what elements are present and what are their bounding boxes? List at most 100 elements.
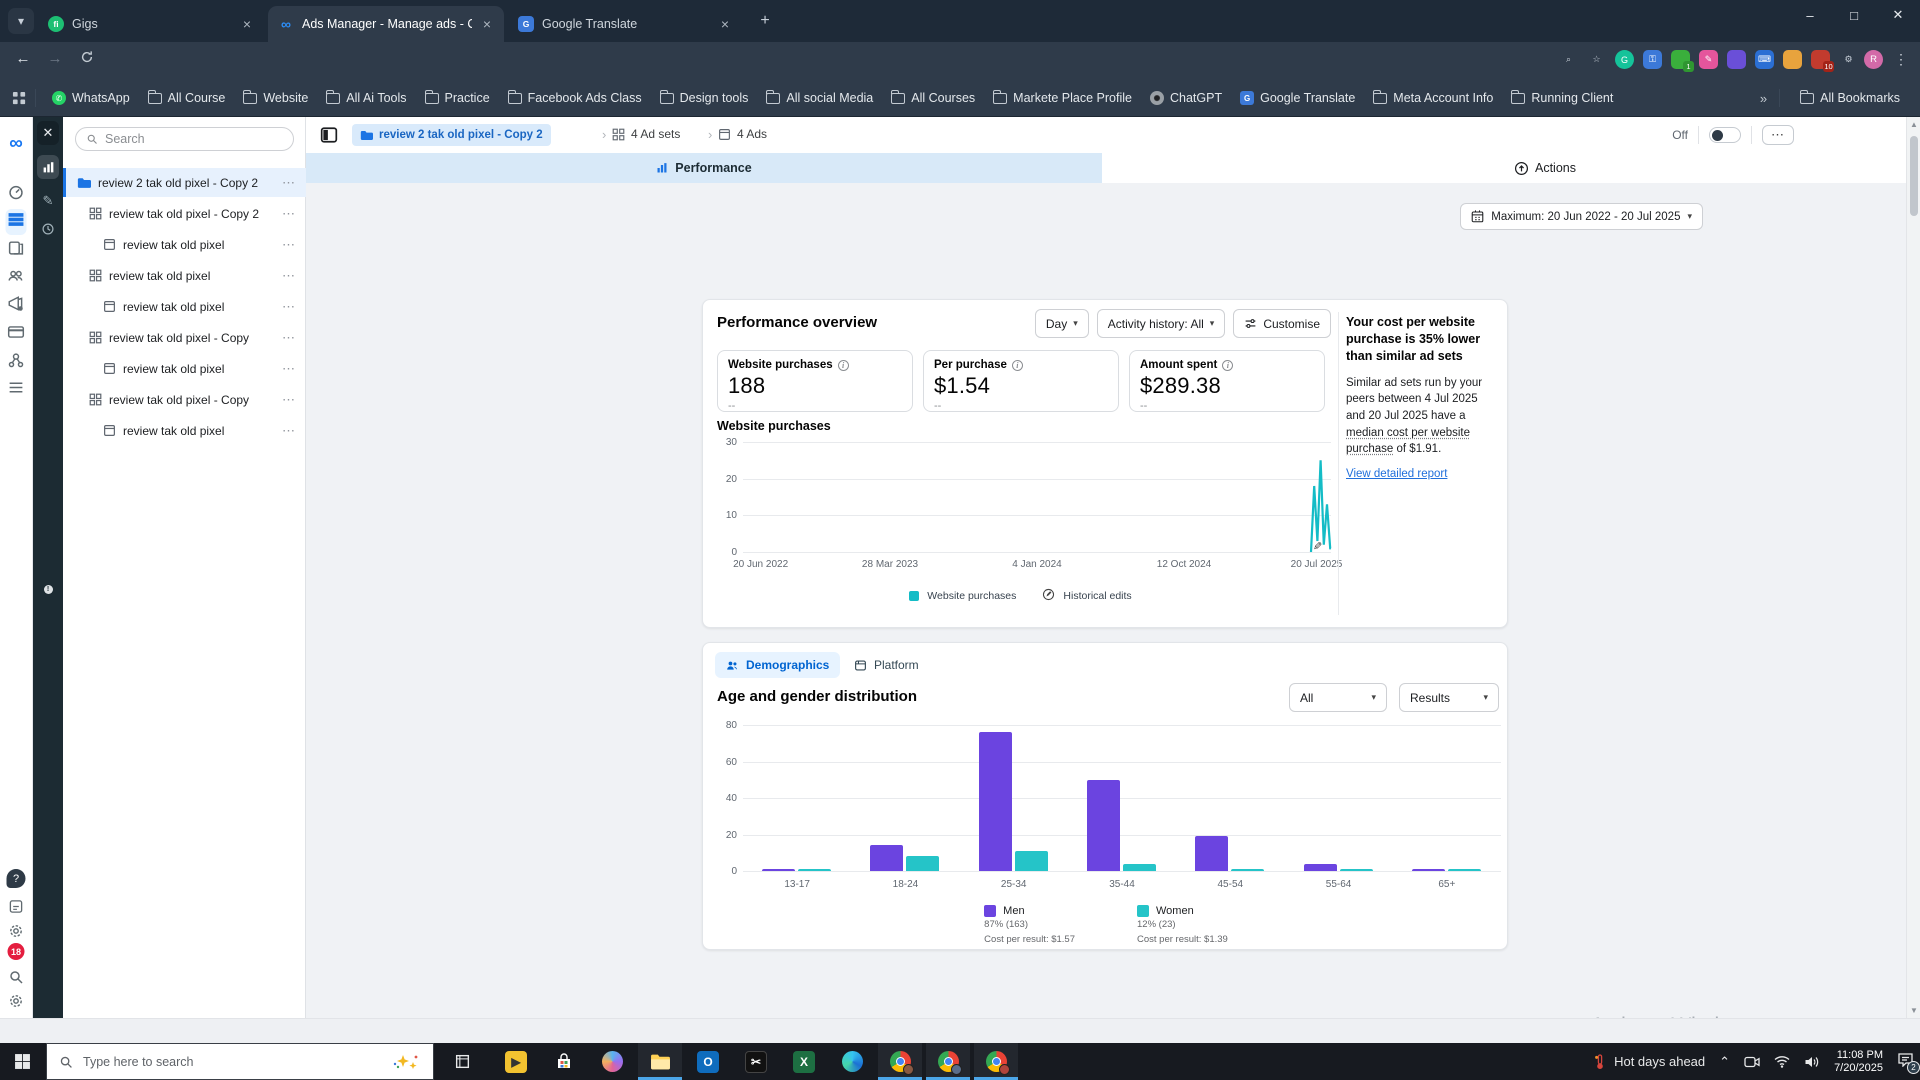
campaign-toggle[interactable] <box>1709 127 1741 143</box>
row-menu-icon[interactable]: ⋯ <box>282 268 306 284</box>
task-view-icon[interactable] <box>440 1043 484 1080</box>
password-manager-icon[interactable]: ⚿ <box>1643 50 1662 69</box>
page-scrollbar[interactable]: ▲ ▼ <box>1906 117 1920 1018</box>
view-detailed-report-link[interactable]: View detailed report <box>1346 468 1498 480</box>
tab-close-icon[interactable]: × <box>718 16 732 32</box>
weather-widget[interactable]: Hot days ahead <box>1593 1053 1705 1070</box>
window-maximize-button[interactable]: □ <box>1832 0 1876 30</box>
bookmark-star-icon[interactable]: ☆ <box>1587 50 1606 69</box>
help-icon[interactable]: ? <box>6 869 26 888</box>
date-range-button[interactable]: Maximum: 20 Jun 2022 - 20 Jul 2025 ▾ <box>1460 203 1703 230</box>
profile-avatar[interactable]: R <box>1864 50 1883 69</box>
adblock-icon[interactable]: 1 <box>1671 50 1694 72</box>
capcut-icon[interactable]: ✂ <box>734 1043 778 1080</box>
all-bookmarks-button[interactable]: All Bookmarks <box>1792 88 1908 108</box>
customise-button[interactable]: Customise <box>1233 309 1331 338</box>
window-minimize-button[interactable]: – <box>1788 0 1832 30</box>
start-button[interactable] <box>0 1043 44 1080</box>
all-tools-menu-icon[interactable] <box>8 379 25 401</box>
breadcrumb-adsets[interactable]: 4 Ad sets <box>612 127 680 141</box>
edge-icon[interactable] <box>830 1043 874 1080</box>
row-menu-icon[interactable]: ⋯ <box>282 423 306 439</box>
tab-performance[interactable]: Performance <box>306 153 1102 183</box>
reload-icon[interactable] <box>76 50 98 68</box>
extensions-puzzle-icon[interactable]: ⚙ <box>1839 50 1858 69</box>
edit-tab-icon[interactable]: ✎ <box>37 189 59 213</box>
outlook-icon[interactable]: O <box>686 1043 730 1080</box>
events-manager-icon[interactable] <box>7 351 25 374</box>
account-overview-icon[interactable] <box>8 183 25 205</box>
chrome-profile-3-icon[interactable] <box>974 1043 1018 1080</box>
close-panel-icon[interactable]: ✕ <box>37 121 59 145</box>
tray-expand-icon[interactable]: ⌃ <box>1719 1054 1730 1070</box>
ms-store-icon[interactable] <box>542 1043 586 1080</box>
bookmark-item[interactable]: All Course <box>140 88 234 108</box>
bookmark-item[interactable]: ✆ WhatsApp <box>44 88 138 108</box>
day-dropdown[interactable]: Day ▾ <box>1034 309 1089 338</box>
tree-item-adset[interactable]: review tak old pixel ⋯ <box>63 261 306 290</box>
tree-item-ad[interactable]: review tak old pixel ⋯ <box>63 354 306 383</box>
inbox-icon[interactable] <box>9 899 24 919</box>
tab-platform[interactable]: Platform <box>843 652 930 678</box>
copilot-icon[interactable] <box>590 1043 634 1080</box>
tree-item-adset[interactable]: review tak old pixel - Copy ⋯ <box>63 323 306 352</box>
tree-item-ad[interactable]: review tak old pixel ⋯ <box>63 230 306 259</box>
bookmark-item[interactable]: ✺ ChatGPT <box>1142 88 1230 108</box>
browser-tab[interactable]: fi Gigs × <box>38 6 264 42</box>
browser-tab[interactable]: ∞ Ads Manager - Manage ads - C × <box>268 6 504 42</box>
meta-logo-icon[interactable]: ∞ <box>9 133 23 155</box>
tree-item-campaign[interactable]: review 2 tak old pixel - Copy 2 ⋯ <box>63 168 306 197</box>
taskbar-clock[interactable]: 11:08 PM 7/20/2025 <box>1834 1049 1883 1075</box>
volume-icon[interactable] <box>1804 1055 1820 1069</box>
history-tab-icon[interactable] <box>37 217 59 241</box>
row-menu-icon[interactable]: ⋯ <box>282 299 306 315</box>
forward-icon[interactable]: → <box>44 50 66 67</box>
tree-item-adset[interactable]: review tak old pixel - Copy 2 ⋯ <box>63 199 306 228</box>
bookmark-item[interactable]: Website <box>235 88 316 108</box>
orange-extension-icon[interactable] <box>1783 50 1802 69</box>
rail-search-icon[interactable] <box>8 969 24 990</box>
taskbar-search-input[interactable]: Type here to search <box>46 1043 434 1080</box>
breadcrumb-ads[interactable]: 4 Ads <box>718 127 767 141</box>
info-icon[interactable]: i <box>1011 359 1023 371</box>
row-menu-icon[interactable]: ⋯ <box>282 330 306 346</box>
browser-menu-icon[interactable]: ⋮ <box>1892 51 1910 68</box>
wifi-icon[interactable] <box>1774 1055 1790 1068</box>
back-icon[interactable]: ← <box>12 50 34 67</box>
breakdown-dropdown[interactable]: All ▾ <box>1289 683 1387 712</box>
activity-history-dropdown[interactable]: Activity history: All ▾ <box>1096 309 1226 338</box>
bookmark-item[interactable]: Facebook Ads Class <box>500 88 650 108</box>
chrome-profile-2-icon[interactable] <box>926 1043 970 1080</box>
purple-extension-icon[interactable] <box>1727 50 1746 69</box>
tab-search-chevron-icon[interactable]: ▾ <box>8 8 34 34</box>
settings-icon-2[interactable] <box>8 993 24 1014</box>
bookmark-item[interactable]: Practice <box>417 88 498 108</box>
bookmarks-overflow-icon[interactable]: » <box>1760 91 1767 106</box>
audiences-icon[interactable] <box>7 267 25 290</box>
bookmark-item[interactable]: Running Client <box>1503 88 1621 108</box>
row-menu-icon[interactable]: ⋯ <box>282 206 306 222</box>
advertise-icon[interactable] <box>7 295 25 318</box>
bookmark-item[interactable]: G Google Translate <box>1232 88 1363 108</box>
tab-demographics[interactable]: Demographics <box>715 652 841 678</box>
meet-now-icon[interactable] <box>1744 1055 1760 1069</box>
metric-dropdown[interactable]: Results ▾ <box>1399 683 1499 712</box>
window-close-button[interactable]: ✕ <box>1876 0 1920 30</box>
editor-pen-icon[interactable]: ✎ <box>1699 50 1718 69</box>
tree-item-adset[interactable]: review tak old pixel - Copy ⋯ <box>63 385 306 414</box>
excel-icon[interactable]: X <box>782 1043 826 1080</box>
grammarly-icon[interactable]: G <box>1615 50 1634 69</box>
tree-item-ad[interactable]: review tak old pixel ⋯ <box>63 292 306 321</box>
row-menu-icon[interactable]: ⋯ <box>282 175 306 191</box>
chrome-profile-1-icon[interactable] <box>878 1043 922 1080</box>
bookmark-item[interactable]: All social Media <box>758 88 881 108</box>
bookmark-item[interactable]: All Courses <box>883 88 983 108</box>
billing-card-icon[interactable] <box>7 323 25 346</box>
row-menu-icon[interactable]: ⋯ <box>282 392 306 408</box>
ads-reporting-icon[interactable] <box>8 239 25 261</box>
row-menu-icon[interactable]: ⋯ <box>282 361 306 377</box>
file-explorer-icon[interactable] <box>638 1043 682 1080</box>
bookmark-item[interactable]: Markete Place Profile <box>985 88 1140 108</box>
notifier-icon[interactable]: 10 <box>1811 50 1834 72</box>
sidebar-search-input[interactable]: Search <box>75 127 294 151</box>
